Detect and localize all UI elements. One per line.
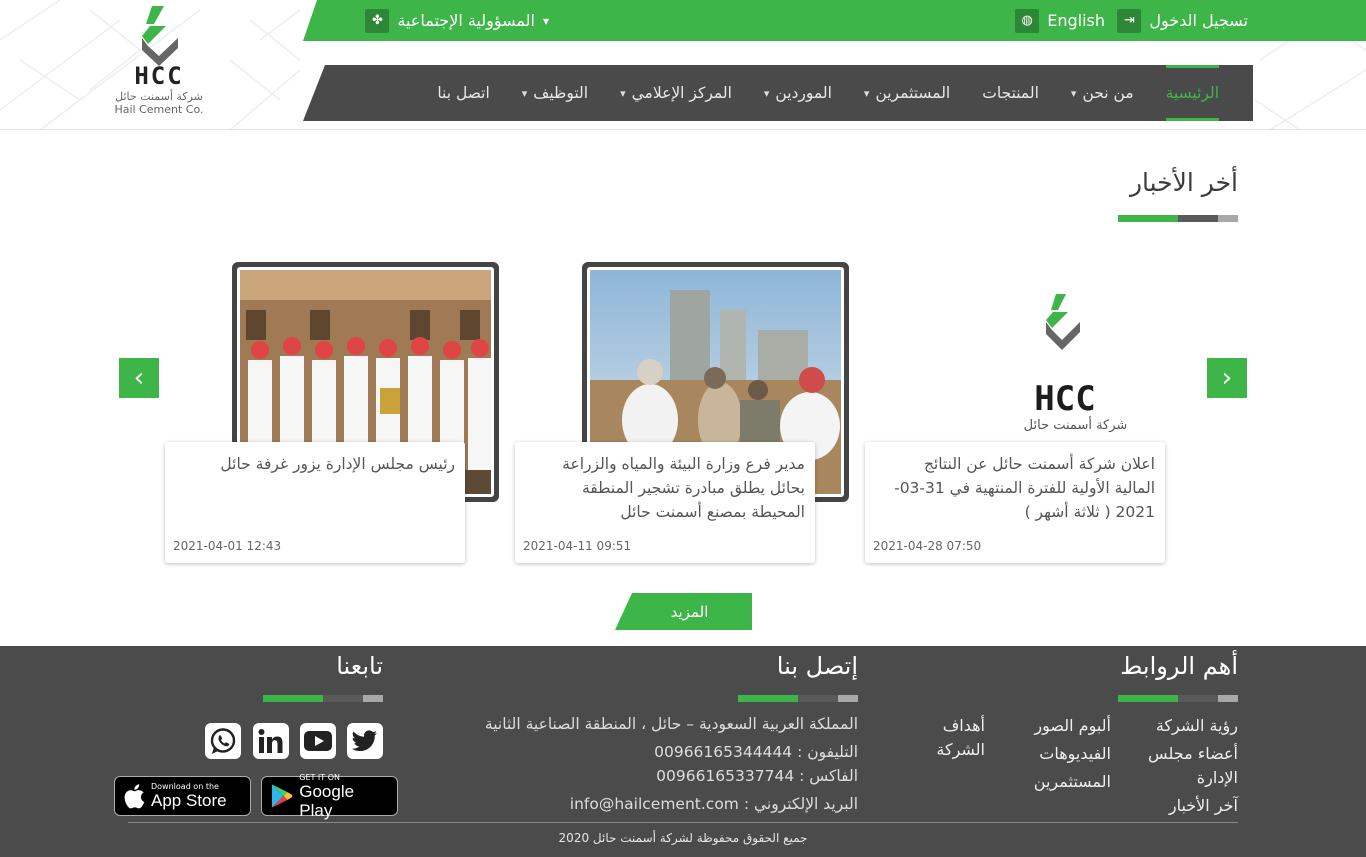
nav-item[interactable]: المنتجات [966, 65, 1055, 121]
google-play-badge[interactable]: GET IT ON Google Play [261, 772, 398, 820]
nav-item[interactable]: اتصل بنا [421, 65, 505, 121]
csr-label: المسؤولية الإجتماعية [397, 11, 535, 30]
login-icon: ⇥ [1117, 8, 1142, 33]
logo-caption: شركة أسمنت حائل [1023, 418, 1128, 433]
google-play-big: Google Play [299, 781, 355, 820]
more-label: المزيد [670, 602, 709, 621]
more-news-button[interactable]: المزيد [615, 593, 752, 630]
login-link[interactable]: ⇥ تسجيل الدخول [1117, 0, 1248, 41]
twitter-icon [352, 730, 377, 751]
link-photo-album[interactable]: ألبوم الصور [1034, 714, 1111, 738]
twitter-link[interactable] [347, 723, 383, 759]
language-link[interactable]: ◍ English [1015, 0, 1105, 41]
site-footer: أهم الروابط رؤية الشركة أعضاء مجلس الإدا… [0, 646, 1366, 857]
carousel-next-button[interactable]: › [1207, 358, 1247, 398]
app-store-big: App Store [151, 791, 227, 810]
logo-name-arabic: شركة أسمنت حائل [115, 90, 203, 103]
contact-email[interactable]: البريد الإلكتروني : info@hailcement.com [570, 795, 858, 813]
nav-item-label: التوظيف [533, 84, 589, 102]
contact-fax: الفاكس : 00966165337744 [656, 767, 858, 785]
whatsapp-icon [210, 728, 236, 754]
nav-item[interactable]: من نحن ▾ [1055, 65, 1150, 121]
chevron-down-icon: ▾ [863, 86, 870, 100]
youtube-link[interactable] [300, 723, 336, 759]
news-date: 2021-04-28 07:50 [873, 539, 982, 553]
nav-item-label: من نحن [1082, 84, 1134, 102]
linkedin-icon [258, 729, 283, 753]
contact-underline [738, 695, 858, 702]
chevron-down-icon: ▾ [521, 86, 528, 100]
nav-item-label: المركز الإعلامي [631, 84, 732, 102]
nav-item[interactable]: الرئيسية [1150, 65, 1235, 121]
news-card[interactable]: مدير فرع وزارة البيئة والمياه والزراعة ب… [515, 262, 849, 564]
google-play-small: GET IT ON [299, 772, 341, 782]
nav-item[interactable]: المستثمرين ▾ [848, 65, 966, 121]
chevron-left-icon: ‹ [133, 363, 145, 393]
nav-item-label: المنتجات [982, 84, 1039, 102]
chevron-down-icon: ▾ [620, 86, 626, 100]
youtube-icon [304, 731, 332, 751]
links-title: أهم الروابط [1120, 652, 1238, 680]
nav-item[interactable]: الموردين ▾ [748, 65, 848, 121]
news-headline[interactable]: رئيس مجلس الإدارة يزور غرفة حائل [185, 452, 455, 476]
news-card[interactable]: رئيس مجلس الإدارة يزور غرفة حائل 2021-04… [165, 262, 499, 564]
login-label: تسجيل الدخول [1149, 11, 1248, 30]
app-store-badge[interactable]: Download on the App Store [114, 776, 251, 816]
follow-title: تابعنا [336, 652, 383, 680]
link-latest-news[interactable]: آخر الأخبار [1169, 794, 1238, 818]
logo-letters: HCC [134, 62, 184, 90]
link-investors[interactable]: المستثمرين [1034, 770, 1111, 794]
news-date: 2021-04-11 09:51 [523, 539, 632, 553]
news-date: 2021-04-01 12:43 [173, 539, 282, 553]
language-label: English [1047, 11, 1105, 30]
carousel-prev-button[interactable]: ‹ [119, 358, 159, 398]
chevron-right-icon: › [1221, 363, 1233, 393]
title-underline [1118, 215, 1238, 222]
linkedin-link[interactable] [253, 723, 289, 759]
chevron-down-icon: ▾ [1070, 86, 1077, 100]
globe-icon: ◍ [1015, 8, 1040, 33]
link-board-members[interactable]: أعضاء مجلس الإدارة [1138, 742, 1238, 790]
csr-icon: ✤ [365, 8, 390, 33]
news-card[interactable]: HCC شركة أسمنت حائل اعلان شركة أسمنت حائ… [865, 262, 1165, 564]
news-card-body: اعلان شركة أسمنت حائل عن النتائج المالية… [865, 442, 1165, 563]
nav-item[interactable]: المركز الإعلامي ▾ [604, 65, 748, 121]
copyright-text: جميع الحقوق محفوظة لشركة أسمنت حائل 2020 [558, 831, 808, 845]
site-header: ⇥ تسجيل الدخول ◍ English ✤ المسؤولية الإ… [0, 0, 1366, 130]
apple-icon [124, 784, 145, 809]
footer-divider [128, 822, 1238, 823]
nav-item-label: الموردين [775, 84, 832, 102]
logo-name-english: Hail Cement Co. [114, 103, 204, 116]
app-store-small: Download on the [151, 782, 219, 791]
company-logo[interactable]: HCC شركة أسمنت حائل Hail Cement Co. [108, 4, 210, 122]
link-company-goals[interactable]: أهداف الشركة [925, 714, 985, 762]
main-nav: الرئيسية من نحن ▾ المنتجات المستثمرين ▾ المورد… [303, 65, 1253, 121]
chevron-down-icon: ▾ [763, 86, 770, 100]
follow-underline [263, 695, 383, 702]
news-card-body: مدير فرع وزارة البيئة والمياه والزراعة ب… [515, 442, 815, 563]
nav-item-label: المستثمرين [875, 84, 951, 102]
contact-title: إتصل بنا [776, 652, 858, 680]
whatsapp-link[interactable] [205, 723, 241, 759]
logo-letters: HCC [1034, 379, 1095, 419]
nav-item-label: اتصل بنا [437, 84, 490, 102]
link-company-vision[interactable]: رؤية الشركة [1156, 714, 1238, 738]
links-underline [1118, 695, 1238, 702]
news-section-title: أخر الأخبار [1129, 168, 1238, 197]
news-headline[interactable]: مدير فرع وزارة البيئة والمياه والزراعة ب… [535, 452, 805, 524]
google-play-icon [271, 784, 293, 808]
nav-item-label: الرئيسية [1165, 84, 1219, 102]
link-videos[interactable]: الفيديوهات [1039, 742, 1111, 766]
news-card-body: رئيس مجلس الإدارة يزور غرفة حائل 2021-04… [165, 442, 465, 563]
contact-phone: التليفون : 00966165344444 [654, 743, 858, 761]
contact-address: المملكة العربية السعودية – حائل ، المنطق… [484, 715, 858, 733]
chevron-down-icon: ▾ [542, 13, 549, 28]
news-headline[interactable]: اعلان شركة أسمنت حائل عن النتائج المالية… [885, 452, 1155, 524]
top-bar: ⇥ تسجيل الدخول ◍ English ✤ المسؤولية الإ… [303, 0, 1366, 41]
csr-menu[interactable]: ✤ المسؤولية الإجتماعية ▾ [365, 0, 549, 41]
nav-item[interactable]: التوظيف ▾ [506, 65, 604, 121]
